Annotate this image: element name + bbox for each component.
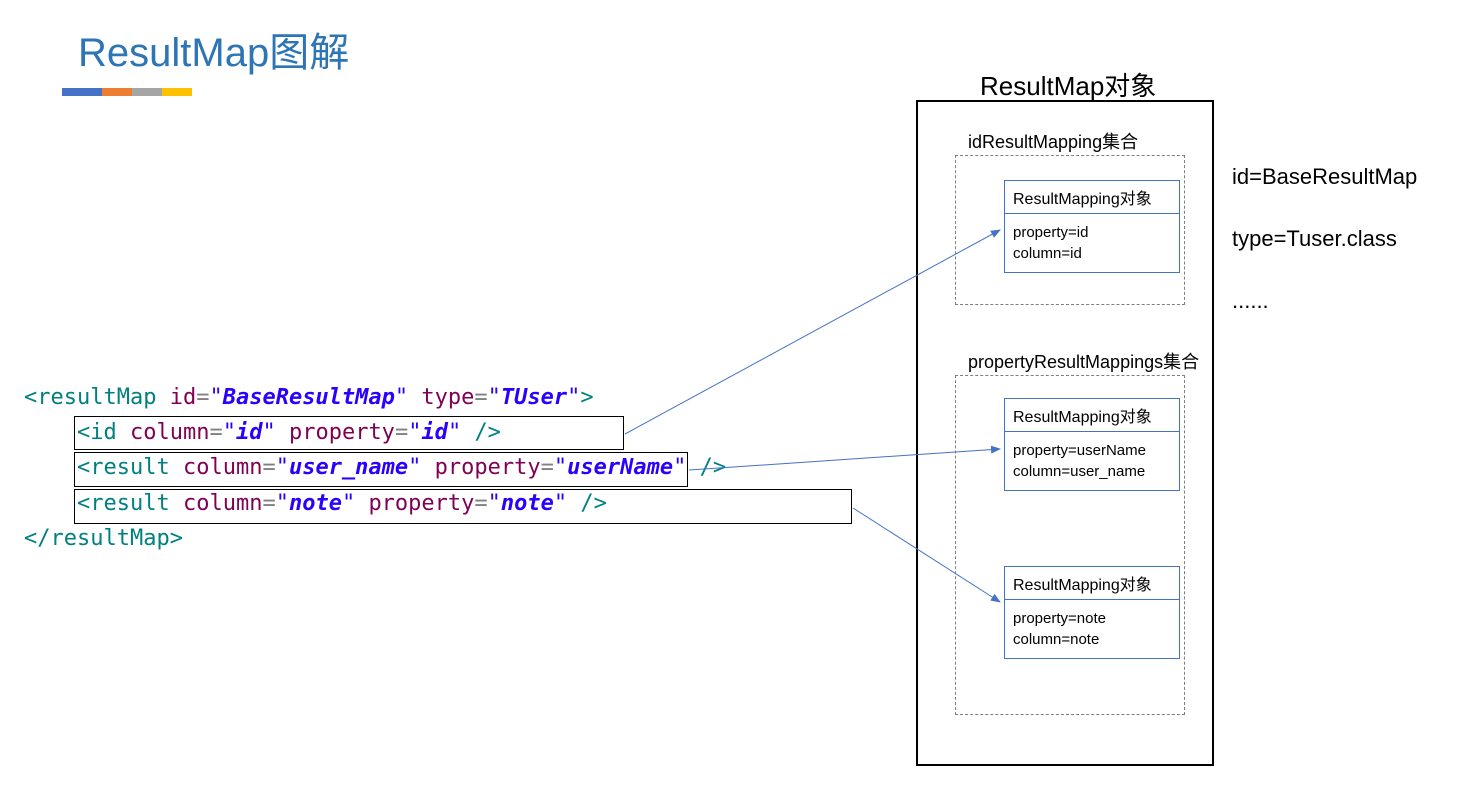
side-text-type: type=Tuser.class [1232, 226, 1397, 252]
mapping-header: ResultMapping对象 [1005, 181, 1179, 214]
page-title: ResultMap图解 [78, 20, 349, 78]
mapping-box-3: ResultMapping对象 property=note column=not… [1004, 566, 1180, 659]
mapping-box-2: ResultMapping对象 property=userName column… [1004, 398, 1180, 491]
mapping-box-1: ResultMapping对象 property=id column=id [1004, 180, 1180, 273]
mapping-prop: property=id [1013, 222, 1171, 243]
code-highlight-box-1 [74, 416, 624, 450]
resultmap-object-label: ResultMap对象 [980, 66, 1156, 103]
side-text-more: ...... [1232, 288, 1269, 314]
code-highlight-box-3 [74, 489, 852, 524]
mapping-header: ResultMapping对象 [1005, 399, 1179, 432]
title-underline [62, 88, 192, 96]
code-highlight-box-2 [74, 452, 688, 487]
mapping-prop: property=userName [1013, 440, 1171, 461]
mapping-header: ResultMapping对象 [1005, 567, 1179, 600]
mapping-col: column=note [1013, 629, 1171, 650]
id-collection-label: idResultMapping集合 [968, 128, 1138, 154]
mapping-col: column=user_name [1013, 461, 1171, 482]
mapping-col: column=id [1013, 243, 1171, 264]
mapping-prop: property=note [1013, 608, 1171, 629]
side-text-id: id=BaseResultMap [1232, 164, 1417, 190]
prop-collection-label: propertyResultMappings集合 [968, 348, 1199, 374]
